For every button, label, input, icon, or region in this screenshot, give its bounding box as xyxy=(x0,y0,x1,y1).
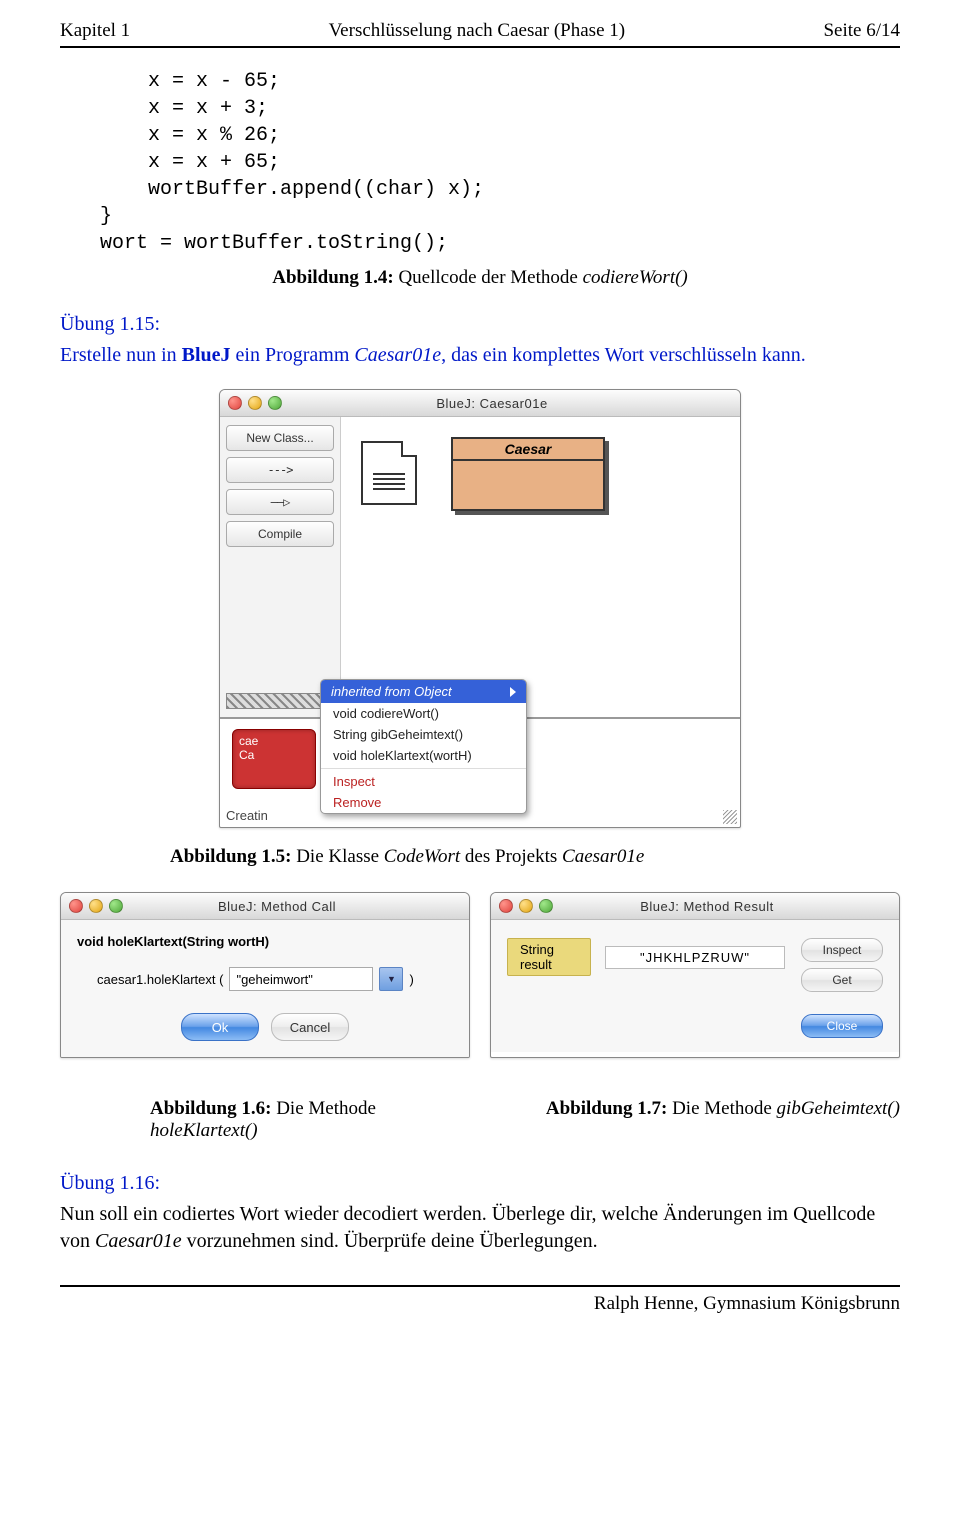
header-title: Verschlüsselung nach Caesar (Phase 1) xyxy=(329,20,626,42)
window-title: BlueJ: Caesar01e xyxy=(292,396,692,411)
exercise-1-15-text: Erstelle nun in BlueJ ein Programm Caesa… xyxy=(60,342,900,369)
resize-grip-icon[interactable] xyxy=(723,810,737,824)
new-class-button[interactable]: New Class... xyxy=(226,425,334,451)
ok-button[interactable]: Ok xyxy=(181,1013,259,1041)
context-menu-header[interactable]: inherited from Object xyxy=(321,680,526,703)
result-value: "JHKHLPZRUW" xyxy=(605,946,785,969)
close-icon[interactable] xyxy=(499,899,513,913)
call-suffix: ) xyxy=(409,972,413,987)
status-text: Creatin xyxy=(226,808,268,823)
exercise-1-16-text: Nun soll ein codiertes Wort wieder decod… xyxy=(60,1201,900,1255)
minimize-icon[interactable] xyxy=(519,899,533,913)
bluej-main-window: BlueJ: Caesar01e New Class... ---> ——▷ C… xyxy=(219,389,741,828)
bluej-canvas[interactable]: Caesar xyxy=(341,417,740,717)
window-title: BlueJ: Method Call xyxy=(133,899,421,914)
compile-button[interactable]: Compile xyxy=(226,521,334,547)
class-box-caesar[interactable]: Caesar xyxy=(451,437,605,511)
divider-hatch xyxy=(226,693,334,709)
document-icon[interactable] xyxy=(361,441,417,505)
header-chapter: Kapitel 1 xyxy=(60,20,130,42)
menu-item-gibgeheimtext[interactable]: String gibGeheimtext() xyxy=(321,724,526,745)
cancel-button[interactable]: Cancel xyxy=(271,1013,349,1041)
zoom-icon[interactable] xyxy=(539,899,553,913)
caption-1-4: Abbildung 1.4: Quellcode der Methode cod… xyxy=(60,267,900,289)
page-header: Kapitel 1 Verschlüsselung nach Caesar (P… xyxy=(60,20,900,48)
inspect-button[interactable]: Inspect xyxy=(801,938,883,962)
minimize-icon[interactable] xyxy=(89,899,103,913)
caption-1-7: Abbildung 1.7: Die Methode gibGeheimtext… xyxy=(546,1098,900,1142)
exercise-1-16-heading: Übung 1.16: xyxy=(60,1172,900,1195)
close-icon[interactable] xyxy=(69,899,83,913)
history-dropdown[interactable]: ▼ xyxy=(379,967,403,991)
code-block: x = x - 65; x = x + 3; x = x % 26; x = x… xyxy=(100,68,900,257)
window-titlebar[interactable]: BlueJ: Method Result xyxy=(491,893,899,920)
class-name: Caesar xyxy=(453,439,603,461)
zoom-icon[interactable] xyxy=(109,899,123,913)
close-button[interactable]: Close xyxy=(801,1014,883,1038)
bluej-sidebar: New Class... ---> ——▷ Compile xyxy=(220,417,341,717)
uses-arrow-button[interactable]: ---> xyxy=(226,457,334,483)
result-label: String result xyxy=(507,938,591,976)
context-menu: inherited from Object void codiereWort()… xyxy=(320,679,527,814)
caption-label: Abbildung 1.4: xyxy=(272,267,393,288)
page-footer: Ralph Henne, Gymnasium Königsbrunn xyxy=(60,1285,900,1315)
menu-item-remove[interactable]: Remove xyxy=(321,792,526,813)
method-result-dialog: BlueJ: Method Result String result "JHKH… xyxy=(490,892,900,1058)
object-instance[interactable]: cae Ca xyxy=(232,729,316,789)
method-signature: void holeKlartext(String wortH) xyxy=(77,934,453,949)
window-titlebar[interactable]: BlueJ: Caesar01e xyxy=(220,390,740,417)
argument-input[interactable] xyxy=(229,967,373,991)
extends-arrow-button[interactable]: ——▷ xyxy=(226,489,334,515)
call-prefix: caesar1.holeKlartext ( xyxy=(97,972,223,987)
object-bench: cae Ca inherited from Object void codier… xyxy=(220,717,740,827)
window-titlebar[interactable]: BlueJ: Method Call xyxy=(61,893,469,920)
header-page: Seite 6/14 xyxy=(823,20,900,42)
zoom-icon[interactable] xyxy=(268,396,282,410)
caption-1-5: Abbildung 1.5: Die Klasse CodeWort des P… xyxy=(170,846,900,868)
window-title: BlueJ: Method Result xyxy=(563,899,851,914)
minimize-icon[interactable] xyxy=(248,396,262,410)
method-call-dialog: BlueJ: Method Call void holeKlartext(Str… xyxy=(60,892,470,1058)
chevron-right-icon xyxy=(510,687,516,697)
method-call-row: caesar1.holeKlartext ( ▼ ) xyxy=(97,967,453,991)
menu-item-codierewort[interactable]: void codiereWort() xyxy=(321,703,526,724)
close-icon[interactable] xyxy=(228,396,242,410)
caption-1-6: Abbildung 1.6: Die Methode holeKlartext(… xyxy=(150,1098,376,1142)
menu-item-holeklartext[interactable]: void holeKlartext(wortH) xyxy=(321,745,526,766)
exercise-1-15-heading: Übung 1.15: xyxy=(60,313,900,336)
footer-text: Ralph Henne, Gymnasium Königsbrunn xyxy=(594,1293,900,1314)
menu-item-inspect[interactable]: Inspect xyxy=(321,771,526,792)
get-button[interactable]: Get xyxy=(801,968,883,992)
